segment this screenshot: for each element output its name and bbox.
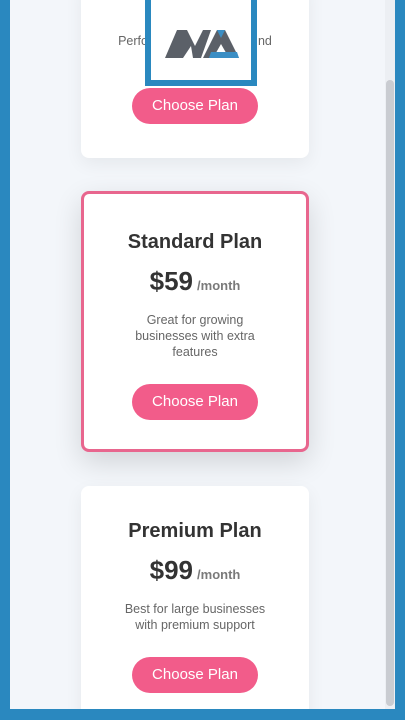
premium-plan-description: Best for large businesses with premium s… (124, 602, 266, 632)
basic-desc-right: nd (257, 34, 272, 48)
premium-price-row: $99/month (81, 555, 309, 586)
logo-frame (145, 0, 257, 86)
standard-price: $59 (149, 266, 194, 296)
standard-price-row: $59/month (84, 266, 306, 297)
logo (151, 0, 251, 80)
ma-logo-icon (165, 30, 239, 58)
premium-price: $99 (149, 555, 194, 585)
premium-period: /month (197, 567, 241, 582)
scrollbar-thumb[interactable] (386, 80, 394, 706)
standard-choose-plan-button[interactable]: Choose Plan (132, 384, 258, 420)
basic-choose-plan-button[interactable]: Choose Plan (132, 88, 258, 124)
basic-desc-left: Perfo (118, 34, 148, 48)
standard-period: /month (197, 278, 241, 293)
premium-plan-title: Premium Plan (128, 520, 262, 542)
page-viewport: Perfo nd Choose Plan Standard Plan $59/mo… (10, 0, 395, 709)
vertical-scrollbar[interactable] (385, 0, 395, 709)
standard-plan-card: Standard Plan $59/month Great for growin… (81, 191, 309, 452)
standard-plan-title: Standard Plan (127, 231, 263, 253)
standard-plan-description: Great for growing businesses with extra … (135, 313, 255, 359)
premium-choose-plan-button[interactable]: Choose Plan (132, 657, 258, 693)
premium-plan-card: Premium Plan $99/month Best for large bu… (81, 486, 309, 709)
